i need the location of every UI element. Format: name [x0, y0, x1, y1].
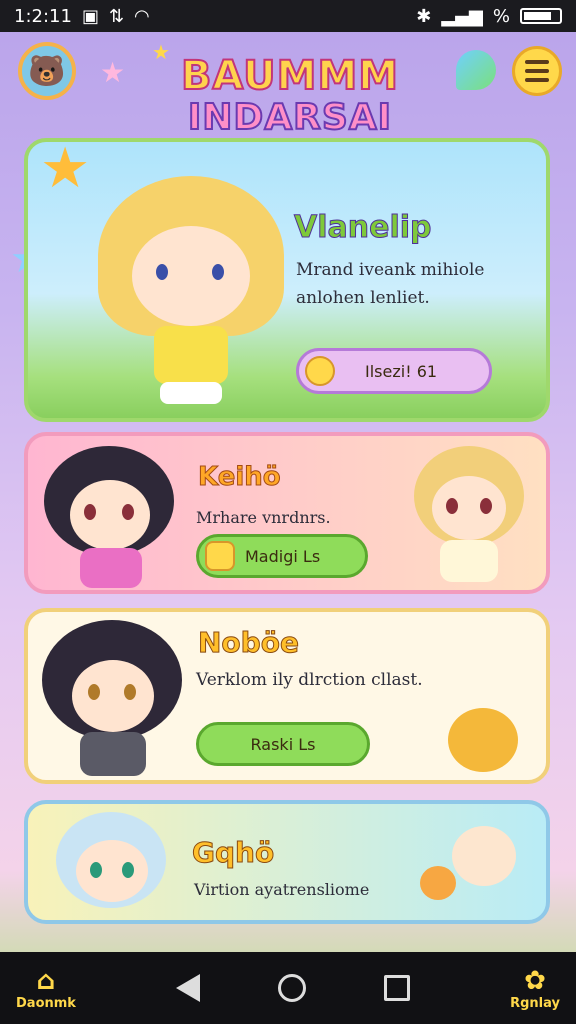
nav-play-label: Rgnlay [510, 995, 560, 1011]
character-name: Noböe [198, 626, 300, 660]
character-card-3[interactable]: Noböe Verklom ily dlrction cllast. Raski… [24, 608, 550, 784]
star-icon: ★ [100, 56, 126, 89]
select-button-label: Raski Ls [250, 734, 316, 754]
battery-icon [520, 8, 562, 24]
dog-mascot-icon [448, 708, 518, 772]
bear-mascot-icon [452, 826, 516, 886]
smile-coin-icon [305, 356, 335, 386]
star-mascot-icon: ★ [40, 138, 91, 201]
character-card-1[interactable]: ★ Vlanelip Mrand iveank mihiole anlohen … [24, 138, 550, 422]
back-icon[interactable] [176, 974, 201, 1002]
bottom-navigation: ⌂ Daonmk ✿ Rgnlay [0, 952, 576, 1024]
nav-play-button[interactable]: ✿ Rgnlay [510, 966, 560, 1011]
character-name: Vlanelip [294, 210, 432, 246]
status-bar: 1:2:11 ▣ ⇅ ◠ ✱ ▂▄▆ % [0, 0, 576, 32]
data-icon: ⇅ [108, 5, 125, 27]
wifi-icon: ◠ [134, 5, 150, 27]
select-button[interactable]: Raski Ls [196, 722, 370, 766]
cat-icon: ✿ [524, 965, 546, 996]
signal-icon: ▂▄▆ [441, 5, 483, 27]
toast-icon [205, 541, 235, 571]
recents-icon[interactable] [384, 975, 411, 1001]
clock: 1:2:11 [14, 5, 72, 27]
house-icon: ⌂ [36, 965, 56, 996]
character-name: Gqhö [191, 836, 275, 870]
select-button-label: Ilsezi! 61 [365, 361, 438, 381]
character-name: Keihö [198, 462, 282, 493]
logo-line-1: BAUMMM [180, 53, 400, 99]
character-description-line-1: Mrand iveank mihiole [296, 260, 485, 280]
character-description: Verklom ily dlrction cllast. [196, 670, 423, 690]
battery-percent: % [492, 5, 510, 27]
select-button[interactable]: Madigi Ls [196, 534, 368, 578]
nav-home-button[interactable]: ⌂ Daonmk [16, 966, 76, 1011]
star-icon: ★ [152, 40, 170, 64]
leaf-icon [456, 50, 496, 90]
profile-avatar-button[interactable]: 🐻 [18, 42, 76, 100]
character-portrait-keiho [44, 446, 174, 588]
character-description-line-2: anlohen lenliet. [296, 288, 430, 308]
character-portrait-secondary [414, 446, 524, 586]
character-card-2[interactable]: Keihö Mrhare vnrdnrs. Madigi Ls [24, 432, 550, 594]
select-button-label: Madigi Ls [245, 546, 321, 566]
notification-icon: ▣ [81, 5, 99, 27]
home-icon[interactable] [278, 974, 307, 1002]
bluetooth-icon: ✱ [416, 5, 432, 27]
nav-home-label: Daonmk [16, 995, 76, 1011]
character-description: Virtion ayatrensliome [194, 880, 370, 899]
bear-icon: 🐻 [28, 53, 66, 89]
logo-line-2: INDARSAI [187, 97, 393, 138]
character-portrait-vlanelip [98, 176, 284, 406]
pudding-icon [420, 866, 456, 900]
menu-button[interactable] [512, 46, 562, 96]
character-portrait-noboe [42, 620, 182, 780]
select-button[interactable]: Ilsezi! 61 [296, 348, 492, 394]
character-description: Mrhare vnrdnrs. [196, 508, 331, 527]
character-portrait-gqho [56, 812, 166, 920]
character-card-4[interactable]: Gqhö Virtion ayatrensliome [24, 800, 550, 924]
